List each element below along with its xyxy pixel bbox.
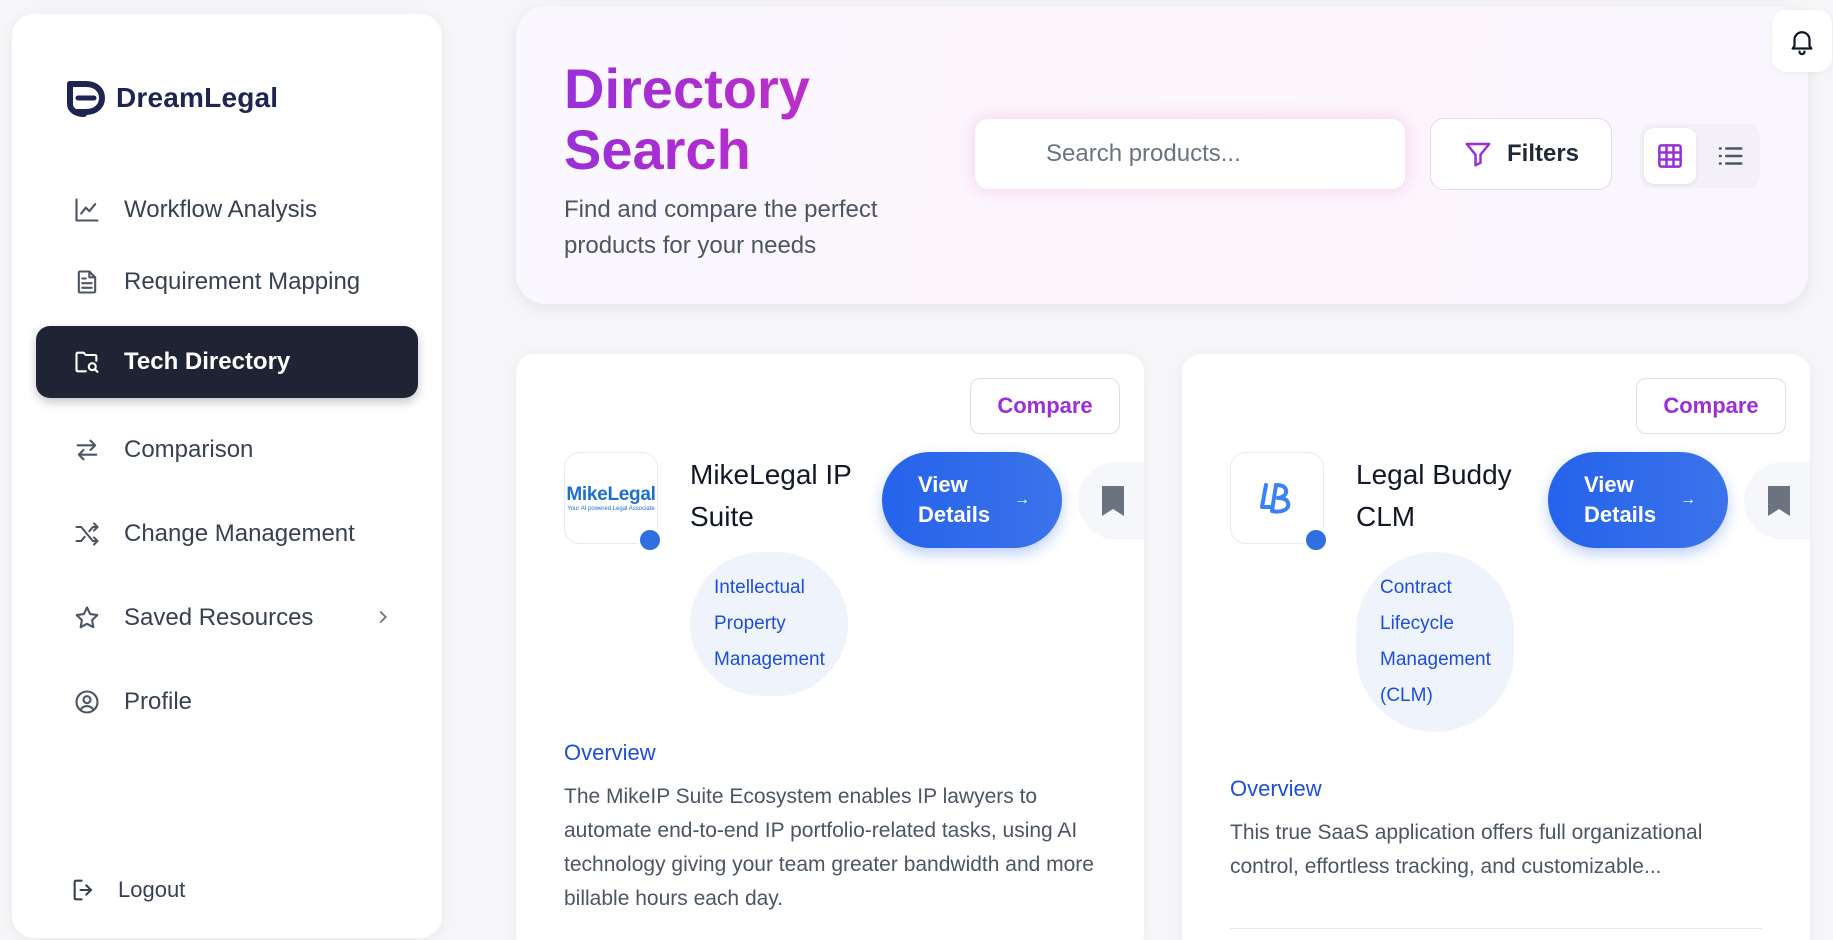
page-subtitle: Find and compare the perfect products fo… <box>564 196 878 259</box>
category-tag[interactable]: Contract Lifecycle Management (CLM) <box>1356 552 1514 732</box>
sidebar-item-label: Tech Directory <box>124 348 291 375</box>
bell-icon <box>1791 31 1813 56</box>
product-card: Compare MikeLegal Your AI powered Legal … <box>516 354 1144 940</box>
notifications-button[interactable] <box>1772 10 1832 72</box>
bookmark-icon <box>1768 486 1790 516</box>
arrow-right-icon: → <box>1680 491 1696 508</box>
compare-button[interactable]: Compare <box>970 378 1120 434</box>
sidebar-item-label: Change Management <box>124 520 355 547</box>
compare-button[interactable]: Compare <box>1636 378 1786 434</box>
product-logo: MikeLegal Your AI powered Legal Associat… <box>564 452 663 553</box>
grid-view-button[interactable] <box>1644 128 1696 184</box>
divider <box>1230 928 1762 929</box>
chart-line-icon <box>72 195 102 225</box>
logout-icon <box>73 879 93 901</box>
overview-label: Overview <box>1230 776 1322 801</box>
status-dot <box>1303 527 1329 553</box>
sidebar-item-workflow-analysis[interactable]: Workflow Analysis <box>36 174 418 246</box>
filter-icon <box>1465 142 1491 167</box>
mikelegal-logo: MikeLegal Your AI powered Legal Associat… <box>566 485 655 512</box>
overview-label: Overview <box>564 740 656 765</box>
status-dot <box>637 527 663 553</box>
sidebar-item-label: Saved Resources <box>124 604 314 631</box>
sidebar-item-change-management[interactable]: Change Management <box>36 498 418 570</box>
category-tag[interactable]: Intellectual Property Management <box>690 552 848 696</box>
document-icon <box>72 267 102 297</box>
filters-button[interactable]: Filters <box>1430 118 1612 190</box>
sidebar-item-label: Profile <box>124 688 193 715</box>
search-input[interactable] <box>976 120 1404 188</box>
brand-name: DreamLegal <box>116 82 279 113</box>
grid-icon <box>1658 144 1682 168</box>
chevron-right-icon[interactable] <box>372 606 394 628</box>
sidebar-item-label: Workflow Analysis <box>124 196 317 223</box>
bookmark-button[interactable] <box>1078 462 1144 540</box>
dreamlegal-logo-icon <box>67 81 106 117</box>
sidebar: DreamLegal Workflow Analysis Requirement… <box>12 14 442 938</box>
view-toggle <box>1640 124 1760 188</box>
product-name: Legal Buddy CLM <box>1356 459 1512 532</box>
bookmark-button[interactable] <box>1744 462 1810 540</box>
sidebar-item-tech-directory[interactable]: Tech Directory <box>36 326 418 398</box>
logout-label: Logout <box>118 877 186 902</box>
view-details-label: View Details <box>1584 472 1657 527</box>
list-icon <box>1718 147 1743 165</box>
sidebar-item-requirement-mapping[interactable]: Requirement Mapping <box>36 246 418 318</box>
shuffle-icon <box>72 519 102 549</box>
logo-wordmark: MikeLegal <box>566 483 656 505</box>
arrow-right-icon: → <box>1014 491 1030 508</box>
page-title: Directory Search <box>564 58 844 180</box>
bookmark-icon <box>1102 486 1124 516</box>
logo-tagline: Your AI powered Legal Associate <box>567 505 655 512</box>
overview-text: This true SaaS application offers full o… <box>1230 821 1703 878</box>
sidebar-item-label: Comparison <box>124 436 254 463</box>
view-details-button[interactable]: View Details → <box>1548 452 1728 548</box>
star-icon <box>72 603 102 633</box>
legal-buddy-logo <box>1260 483 1291 514</box>
user-circle-icon <box>72 687 102 717</box>
directory-search-header: Directory Search Find and compare the pe… <box>516 6 1808 304</box>
overview-text: The MikeIP Suite Ecosystem enables IP la… <box>564 785 1094 910</box>
product-name: MikeLegal IP Suite <box>690 459 852 532</box>
view-details-label: View Details <box>918 472 991 527</box>
sidebar-item-saved-resources[interactable]: Saved Resources <box>36 582 418 654</box>
sidebar-item-comparison[interactable]: Comparison <box>36 414 418 486</box>
sidebar-item-profile[interactable]: Profile <box>36 666 418 738</box>
product-logo <box>1230 452 1329 553</box>
list-view-button[interactable] <box>1704 128 1756 184</box>
product-card: Compare Legal Buddy CLM View Details → C… <box>1182 354 1810 940</box>
search-box <box>974 118 1406 190</box>
filters-label: Filters <box>1506 140 1580 167</box>
brand-logo[interactable]: DreamLegal <box>64 78 278 118</box>
arrows-swap-icon <box>72 435 102 465</box>
sidebar-item-label: Requirement Mapping <box>124 268 361 295</box>
folder-search-icon <box>72 347 102 377</box>
view-details-button[interactable]: View Details → <box>882 452 1062 548</box>
logout-button[interactable]: Logout <box>70 876 185 904</box>
